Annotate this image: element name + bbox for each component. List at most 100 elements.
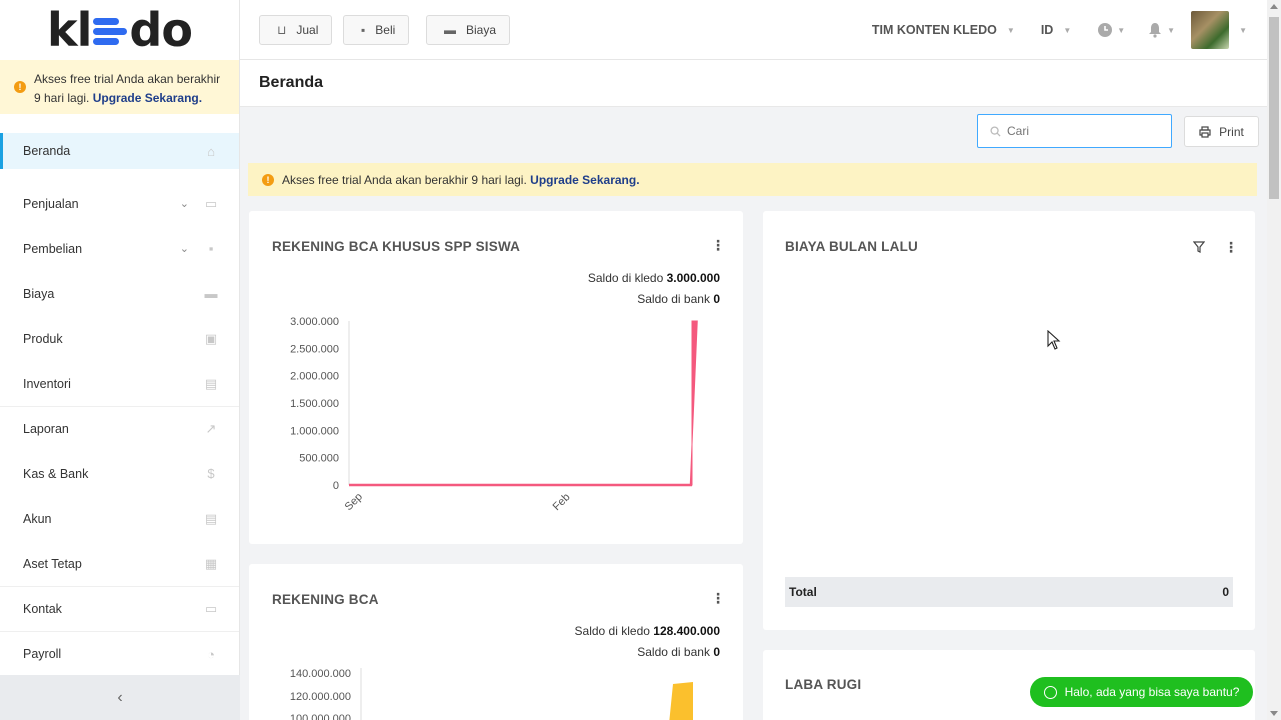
- caret-down-icon: ▼: [1117, 25, 1126, 35]
- sidebar-item-label: Biaya: [23, 286, 55, 301]
- box-icon: ▣: [204, 330, 218, 346]
- list-icon: ▤: [204, 510, 218, 526]
- bag-icon: ▪: [361, 23, 366, 37]
- y-tick-label: 1.000.000: [290, 425, 339, 437]
- caret-down-icon: ▼: [1063, 25, 1072, 35]
- page-title: Beranda: [259, 74, 324, 91]
- sidebar-item-label: Penjualan: [23, 196, 79, 211]
- chat-label: Halo, ada yang bisa saya bantu?: [1064, 685, 1240, 699]
- sidebar-item-aset-tetap[interactable]: Aset Tetap ▦: [0, 541, 239, 586]
- y-tick-label: 500.000: [299, 453, 339, 465]
- print-label: Print: [1219, 124, 1244, 139]
- x-tick-label: Sep: [343, 491, 365, 513]
- sidebar-item-label: Beranda: [23, 144, 71, 158]
- sidebar-item-produk[interactable]: Produk ▣: [0, 316, 239, 361]
- banner-upgrade-link[interactable]: Upgrade Sekarang.: [530, 173, 639, 187]
- search-box[interactable]: [977, 114, 1172, 148]
- language-label: ID: [1040, 23, 1054, 37]
- home-icon: ⌂: [207, 143, 215, 159]
- whatsapp-icon: [1043, 685, 1057, 699]
- chevron-down-icon: ⌄: [179, 243, 189, 255]
- notification-button[interactable]: ▼: [1147, 22, 1175, 38]
- sidebar-item-beranda[interactable]: Beranda ⌂: [0, 133, 239, 169]
- total-value: 0: [1222, 585, 1229, 599]
- search-input[interactable]: [1007, 124, 1157, 138]
- contact-icon: ▭: [204, 601, 218, 616]
- language-selector[interactable]: ID ▼: [1041, 23, 1071, 37]
- sidebar-item-label: Aset Tetap: [23, 556, 82, 571]
- trial-banner: ! Akses free trial Anda akan berakhir 9 …: [248, 163, 1257, 196]
- company-selector[interactable]: TIM KONTEN KLEDO ▼: [872, 23, 1015, 37]
- y-tick-label: 3.000.000: [290, 316, 339, 328]
- sidebar-item-akun[interactable]: Akun ▤: [0, 496, 239, 541]
- page-scrollbar[interactable]: [1267, 0, 1281, 720]
- y-tick-label: 2.000.000: [290, 371, 339, 383]
- biaya-button[interactable]: ▬ Biaya: [426, 15, 511, 45]
- jual-button-label: Jual: [296, 23, 319, 37]
- more-vertical-icon[interactable]: ⋮: [1224, 239, 1238, 256]
- sidebar-item-label: Akun: [23, 511, 52, 526]
- sidebar-item-label: Kas & Bank: [23, 466, 89, 481]
- scroll-down-icon[interactable]: [1270, 711, 1278, 716]
- sidebar-item-label: Kontak: [23, 602, 62, 616]
- upgrade-link[interactable]: Upgrade Sekarang.: [93, 91, 202, 105]
- sidebar-trial-notice: ! Akses free trial Anda akan berakhir 9 …: [0, 60, 239, 114]
- scroll-up-icon[interactable]: [1270, 4, 1278, 9]
- sidebar-item-biaya[interactable]: Biaya ▬: [0, 271, 239, 316]
- topbar: ⊔ Jual ▪ Beli ▬ Biaya TIM KONTEN KLEDO ▼…: [240, 0, 1267, 60]
- warning-icon: !: [14, 81, 26, 93]
- banner-text: Akses free trial Anda akan berakhir 9 ha…: [282, 172, 527, 187]
- y-tick-label: 0: [333, 480, 339, 492]
- check-circle-icon: ◔: [207, 646, 215, 662]
- basket-icon: ⊔: [277, 23, 287, 37]
- page-header: Beranda: [240, 60, 1267, 107]
- print-button[interactable]: Print: [1184, 116, 1259, 147]
- y-tick-label: 140.000.000: [290, 668, 351, 680]
- logo-text-left: kl: [47, 3, 92, 57]
- sidebar-item-pembelian[interactable]: Pembelian ⌄ ▪: [0, 226, 239, 271]
- card-title: LABA RUGI: [785, 677, 862, 692]
- sidebar-collapse-button[interactable]: ‹: [0, 675, 240, 720]
- filter-icon[interactable]: [1193, 241, 1205, 253]
- sidebar-item-label: Inventori: [23, 376, 71, 391]
- card-icon: ▬: [444, 23, 456, 37]
- sidebar-item-label: Pembelian: [23, 241, 83, 256]
- sidebar-item-inventori[interactable]: Inventori ▤: [0, 361, 239, 406]
- caret-down-icon: ▼: [1167, 25, 1176, 35]
- card-bca-spp: REKENING BCA KHUSUS SPP SISWA ⋮ Saldo di…: [249, 211, 743, 544]
- sidebar-item-label: Laporan: [23, 422, 69, 436]
- card-bca: REKENING BCA ⋮ Saldo di kledo 128.400.00…: [249, 564, 743, 720]
- scroll-thumb[interactable]: [1269, 17, 1279, 199]
- y-tick-label: 2.500.000: [290, 343, 339, 355]
- mouse-cursor-icon: [1047, 330, 1061, 350]
- sidebar-item-penjualan[interactable]: Penjualan ⌄ ▭: [0, 181, 239, 226]
- sidebar-item-kontak[interactable]: Kontak ▭: [0, 586, 239, 631]
- printer-icon: [1199, 125, 1211, 138]
- logo-e-mark: [93, 16, 128, 48]
- bag-icon: ▪: [208, 241, 214, 256]
- sidebar-item-kas-bank[interactable]: Kas & Bank $: [0, 451, 239, 496]
- y-tick-label: 1.500.000: [290, 398, 339, 410]
- y-tick-label: 100.000.000: [290, 713, 351, 720]
- biaya-button-label: Biaya: [466, 23, 497, 37]
- caret-down-icon: ▼: [1239, 25, 1247, 35]
- dollar-icon: $: [207, 466, 215, 481]
- sidebar-item-laporan[interactable]: Laporan ↗: [0, 406, 239, 451]
- x-tick-label: Feb: [551, 491, 573, 513]
- total-row: Total 0: [785, 577, 1233, 607]
- card-biaya-bulan-lalu: BIAYA BULAN LALU ⋮ Total 0: [763, 211, 1255, 630]
- sidebar-item-label: Payroll: [23, 647, 62, 661]
- card-icon: ▬: [204, 286, 218, 301]
- chart-icon: ↗: [205, 421, 217, 436]
- user-avatar[interactable]: [1191, 11, 1230, 49]
- beli-button[interactable]: ▪ Beli: [343, 15, 410, 45]
- sidebar-item-label: Produk: [23, 331, 63, 346]
- y-tick-label: 120.000.000: [290, 691, 351, 703]
- kledo-logo[interactable]: kl do: [0, 0, 239, 60]
- whatsapp-chat-button[interactable]: Halo, ada yang bisa saya bantu?: [1030, 677, 1253, 707]
- search-icon: [990, 125, 1001, 137]
- sidebar-item-payroll[interactable]: Payroll ◔: [0, 631, 239, 676]
- jual-button[interactable]: ⊔ Jual: [259, 15, 333, 45]
- chevron-down-icon: ⌄: [179, 198, 189, 210]
- history-button[interactable]: ▼: [1097, 22, 1125, 38]
